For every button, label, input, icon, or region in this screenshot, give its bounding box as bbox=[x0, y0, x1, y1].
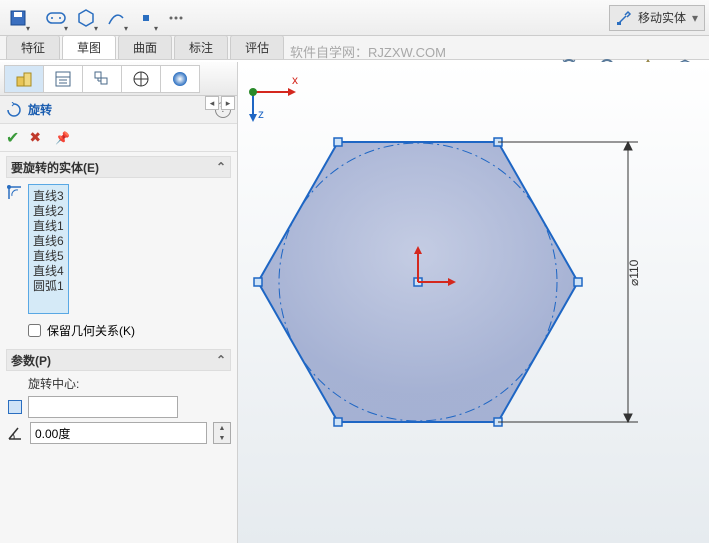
move-entity-label: 移动实体 bbox=[638, 9, 686, 26]
center-mark-icon bbox=[8, 400, 22, 414]
move-entity-button[interactable]: 移动实体 ▾ bbox=[609, 5, 705, 31]
entities-icon bbox=[6, 184, 24, 202]
nav-next[interactable]: ▸ bbox=[221, 96, 235, 110]
feature-header: 旋转 ? bbox=[0, 96, 237, 124]
watermark-text: 软件自学网：RJZXW.COM bbox=[290, 42, 446, 61]
tab-features[interactable]: 特征 bbox=[6, 35, 60, 59]
appearance-tab[interactable] bbox=[160, 65, 200, 93]
tab-surface[interactable]: 曲面 bbox=[118, 35, 172, 59]
tab-sketch[interactable]: 草图 bbox=[62, 35, 116, 59]
params-header-label: 参数(P) bbox=[11, 352, 51, 369]
dimxpert-tab[interactable] bbox=[121, 65, 161, 93]
angle-input[interactable] bbox=[30, 422, 207, 444]
svg-text:z: z bbox=[258, 107, 264, 121]
ok-button[interactable]: ✔ bbox=[6, 128, 19, 148]
collapse-icon[interactable]: ⌃ bbox=[216, 160, 226, 174]
tab-evaluate[interactable]: 评估 bbox=[230, 35, 284, 59]
feature-manager-tab[interactable] bbox=[4, 65, 44, 93]
graphics-area[interactable]: ⌀110 x z bbox=[238, 62, 709, 543]
main-toolbar: 移动实体 ▾ bbox=[0, 0, 709, 36]
angle-icon bbox=[6, 424, 24, 442]
manager-tabs bbox=[0, 62, 237, 96]
tab-annotate[interactable]: 标注 bbox=[174, 35, 228, 59]
rotate-feature-icon bbox=[6, 102, 22, 118]
config-manager-tab[interactable] bbox=[82, 65, 122, 93]
arc-tool[interactable] bbox=[102, 4, 130, 32]
angle-spinner[interactable]: ▲▼ bbox=[213, 422, 231, 444]
entities-header-label: 要旋转的实体(E) bbox=[11, 159, 99, 176]
nav-prev[interactable]: ◂ bbox=[205, 96, 219, 110]
svg-text:x: x bbox=[292, 73, 298, 87]
list-item[interactable]: 直线4 bbox=[33, 264, 64, 279]
feature-title: 旋转 bbox=[28, 101, 52, 118]
list-item[interactable]: 直线3 bbox=[33, 189, 64, 204]
polygon-tool[interactable] bbox=[72, 4, 100, 32]
keep-relations-input[interactable] bbox=[28, 324, 41, 337]
more-tool[interactable] bbox=[162, 4, 190, 32]
property-manager: ◂ ▸ 旋转 ? ✔ ✖ 📌 要旋转的实体(E) ⌃ 直线3 直线2 直线1 直… bbox=[0, 62, 238, 543]
view-triad-icon: x z bbox=[238, 62, 709, 543]
point-tool[interactable] bbox=[132, 4, 160, 32]
collapse-icon[interactable]: ⌃ bbox=[216, 353, 226, 367]
list-item[interactable]: 直线6 bbox=[33, 234, 64, 249]
entities-section-header[interactable]: 要旋转的实体(E) ⌃ bbox=[6, 156, 231, 178]
list-item[interactable]: 直线1 bbox=[33, 219, 64, 234]
center-label: 旋转中心: bbox=[28, 375, 231, 392]
keep-relations-checkbox[interactable]: 保留几何关系(K) bbox=[28, 322, 229, 339]
list-item[interactable]: 圆弧1 bbox=[33, 279, 64, 294]
keep-relations-label: 保留几何关系(K) bbox=[47, 322, 135, 339]
confirm-row: ✔ ✖ 📌 bbox=[0, 124, 237, 152]
pin-button[interactable]: 📌 bbox=[55, 131, 70, 145]
entities-listbox[interactable]: 直线3 直线2 直线1 直线6 直线5 直线4 圆弧1 bbox=[28, 184, 69, 314]
center-input[interactable] bbox=[28, 396, 178, 418]
save-button[interactable] bbox=[4, 4, 32, 32]
params-section-header[interactable]: 参数(P) ⌃ bbox=[6, 349, 231, 371]
slot-tool[interactable] bbox=[42, 4, 70, 32]
list-item[interactable]: 直线5 bbox=[33, 249, 64, 264]
property-manager-tab[interactable] bbox=[43, 65, 83, 93]
list-item[interactable]: 直线2 bbox=[33, 204, 64, 219]
cancel-button[interactable]: ✖ bbox=[29, 129, 41, 146]
